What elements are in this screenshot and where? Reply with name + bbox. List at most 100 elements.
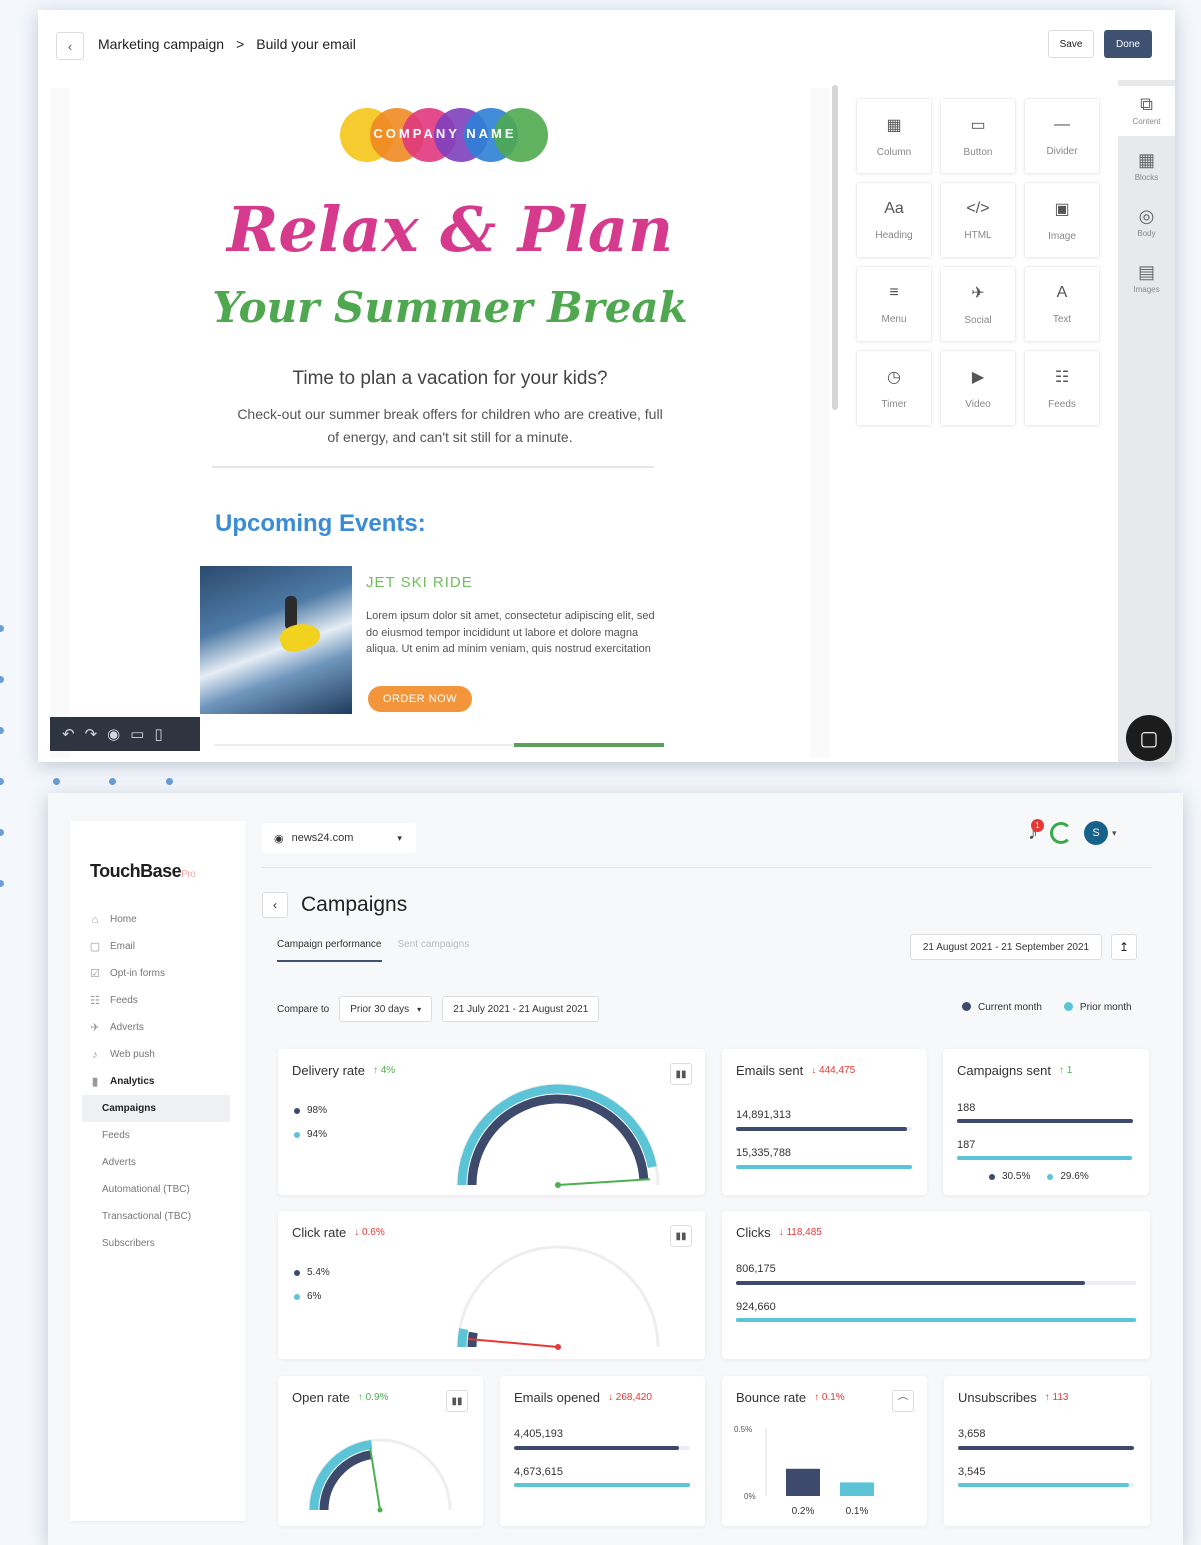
gauge-needle-hub	[377, 1507, 383, 1513]
sidebar-subitem-campaigns[interactable]: Campaigns	[82, 1095, 230, 1122]
breadcrumb: Marketing campaign > Build your email	[98, 36, 356, 52]
email-canvas: COMPANY NAME Relax & Plan Your Summer Br…	[50, 88, 830, 758]
breadcrumb-separator: >	[236, 36, 245, 52]
section-title: Upcoming Events:	[215, 510, 426, 537]
loading-icon	[1050, 822, 1072, 844]
email-icon: ▢	[89, 941, 101, 953]
delivery-rate-card: Delivery rate ↑ 4% ▮▮ 98% 94%	[278, 1049, 705, 1195]
sidebar-subitem-feeds[interactable]: Feeds	[88, 1122, 238, 1149]
block-video[interactable]: ▶ Video	[940, 350, 1016, 426]
brand-logo[interactable]: TouchBasePro	[90, 861, 196, 882]
block-feeds[interactable]: ☷ Feeds	[1024, 350, 1100, 426]
save-button[interactable]: Save	[1048, 30, 1094, 58]
page-title: Campaigns	[301, 893, 408, 916]
avatar[interactable]: S	[1084, 821, 1108, 845]
social-icon: ✈	[971, 284, 985, 302]
breadcrumb-parent[interactable]: Marketing campaign	[98, 36, 224, 52]
tab-campaign-performance[interactable]: Campaign performance	[277, 939, 382, 962]
block-heading[interactable]: Aa Heading	[856, 182, 932, 258]
sidebar-item-analytics[interactable]: ▮ Analytics	[88, 1068, 238, 1095]
done-button[interactable]: Done	[1104, 30, 1152, 58]
tab-sent-campaigns[interactable]: Sent campaigns	[398, 939, 470, 962]
content-blocks-panel: ▦ Column ▭ Button — Divider Aa Heading </> HTML ▣ I…	[856, 98, 1106, 426]
rail-item-blocks[interactable]: ▦ Blocks	[1118, 142, 1175, 192]
blocks-icon: ▦	[1137, 150, 1155, 170]
date-range-picker[interactable]: 21 August 2021 - 21 September 2021	[910, 934, 1102, 960]
editor-toolbar: ↶ ↷ ◉ ▭ ▯	[50, 717, 200, 751]
adverts-icon: ✈	[90, 1022, 100, 1034]
click-gauge	[456, 1245, 660, 1350]
back-button[interactable]: ‹	[262, 892, 288, 918]
chevron-down-icon[interactable]: ▾	[1112, 828, 1117, 839]
content-icon: ⧉	[1140, 94, 1153, 114]
mobile-icon[interactable]: ▯	[154, 725, 162, 743]
email-subheadline: Your Summer Break	[212, 283, 688, 332]
feeds-icon: ☷	[1054, 368, 1070, 386]
block-column[interactable]: ▦ Column	[856, 98, 932, 174]
emails-opened-card: Emails opened ↓ 268,420 4,405,193 4,673,6…	[500, 1376, 705, 1526]
sidebar-subitem-transactional-tbc-[interactable]: Transactional (TBC)	[88, 1203, 238, 1230]
compare-date-range[interactable]: 21 July 2021 - 21 August 2021	[442, 996, 600, 1022]
export-icon[interactable]: ↥	[1111, 934, 1137, 960]
legend-prior: Prior month	[1063, 1002, 1132, 1013]
block-menu[interactable]: ≡ Menu	[856, 266, 932, 342]
bar-fill	[736, 1165, 912, 1169]
block-html[interactable]: </> HTML	[940, 182, 1016, 258]
rail-item-content[interactable]: ⧉ Content	[1118, 86, 1175, 136]
desktop-icon[interactable]: ▭	[130, 725, 144, 743]
bell-icon[interactable]: ♪ 1	[1028, 818, 1044, 845]
chart-toggle-icon[interactable]: ⌒	[892, 1390, 914, 1412]
sidebar-item-opt-in-forms[interactable]: ☑ Opt-in forms	[88, 960, 238, 987]
block-timer[interactable]: ◷ Timer	[856, 350, 932, 426]
redo-icon[interactable]: ↷	[85, 725, 98, 743]
arrow-up-icon: ↑	[1044, 1392, 1050, 1403]
bar-fill	[958, 1446, 1134, 1450]
sidebar-item-web-push[interactable]: ♪ Web push	[88, 1041, 238, 1068]
gauge-track	[456, 1245, 660, 1348]
block-divider[interactable]: — Divider	[1024, 98, 1100, 174]
campaigns-dashboard-window: TouchBasePro ⌂ Home ▢ Email ☑ Opt-in forms ☷ Fe…	[48, 793, 1183, 1545]
canvas-scrollbar[interactable]	[832, 85, 838, 410]
tabs: Campaign performance Sent campaigns	[277, 939, 469, 962]
chevron-left-icon: ‹	[67, 38, 73, 54]
block-social[interactable]: ✈ Social	[940, 266, 1016, 342]
bar-current	[786, 1468, 820, 1496]
rail-item-images[interactable]: ▤ Images	[1118, 254, 1175, 304]
arrow-down-icon: ↓	[354, 1227, 360, 1238]
compare-controls: Compare to Prior 30 days ▾ 21 July 2021 -…	[277, 996, 600, 1022]
sidebar: TouchBasePro ⌂ Home ▢ Email ☑ Opt-in forms ☷ Fe…	[70, 821, 246, 1521]
preview-eye-icon[interactable]: ◉	[107, 725, 120, 743]
email-preview[interactable]: COMPANY NAME Relax & Plan Your Summer Br…	[70, 88, 810, 758]
block-button[interactable]: ▭ Button	[940, 98, 1016, 174]
sidebar-item-adverts[interactable]: ✈ Adverts	[88, 1014, 238, 1041]
order-now-button[interactable]: ORDER NOW	[368, 686, 472, 712]
back-button[interactable]: ‹	[56, 32, 84, 60]
globe-icon: ◉	[274, 832, 284, 845]
chart-toggle-icon[interactable]: ▮▮	[446, 1390, 468, 1412]
chat-icon[interactable]: ▢	[1126, 715, 1172, 761]
sidebar-item-home[interactable]: ⌂ Home	[88, 906, 238, 933]
block-image[interactable]: ▣ Image	[1024, 182, 1100, 258]
sidebar-subitem-adverts[interactable]: Adverts	[88, 1149, 238, 1176]
email-question: Time to plan a vacation for your kids?	[292, 368, 608, 389]
sidebar-subitem-automational-tbc-[interactable]: Automational (TBC)	[88, 1176, 238, 1203]
compare-period-select[interactable]: Prior 30 days ▾	[339, 996, 433, 1022]
header-divider	[262, 867, 1152, 868]
click-rate-card: Click rate ↓ 0.6% ▮▮ 5.4% 6%	[278, 1211, 705, 1359]
bar-fill	[958, 1483, 1129, 1487]
sidebar-item-feeds[interactable]: ☷ Feeds	[88, 987, 238, 1014]
editor-side-rail: ⧉ Content ▦ Blocks ◎ Body ▤ Images	[1118, 80, 1175, 762]
divider-icon: —	[1054, 115, 1070, 133]
sidebar-subitem-subscribers[interactable]: Subscribers	[88, 1230, 238, 1257]
image-icon: ▣	[1054, 200, 1070, 218]
rail-item-body[interactable]: ◎ Body	[1118, 198, 1175, 248]
video-icon: ▶	[971, 368, 985, 386]
block-text[interactable]: A Text	[1024, 266, 1100, 342]
undo-icon[interactable]: ↶	[62, 725, 75, 743]
chart-legend: Current month Prior month	[962, 1002, 1132, 1013]
arrow-down-icon: ↓	[811, 1065, 817, 1076]
body-icon: ◎	[1138, 206, 1155, 226]
sidebar-item-email[interactable]: ▢ Email	[88, 933, 238, 960]
domain-selector[interactable]: ◉ news24.com ▾	[262, 823, 416, 853]
sidebar-nav: ⌂ Home ▢ Email ☑ Opt-in forms ☷ Feeds ✈ Adverts ♪ W…	[82, 906, 238, 1257]
